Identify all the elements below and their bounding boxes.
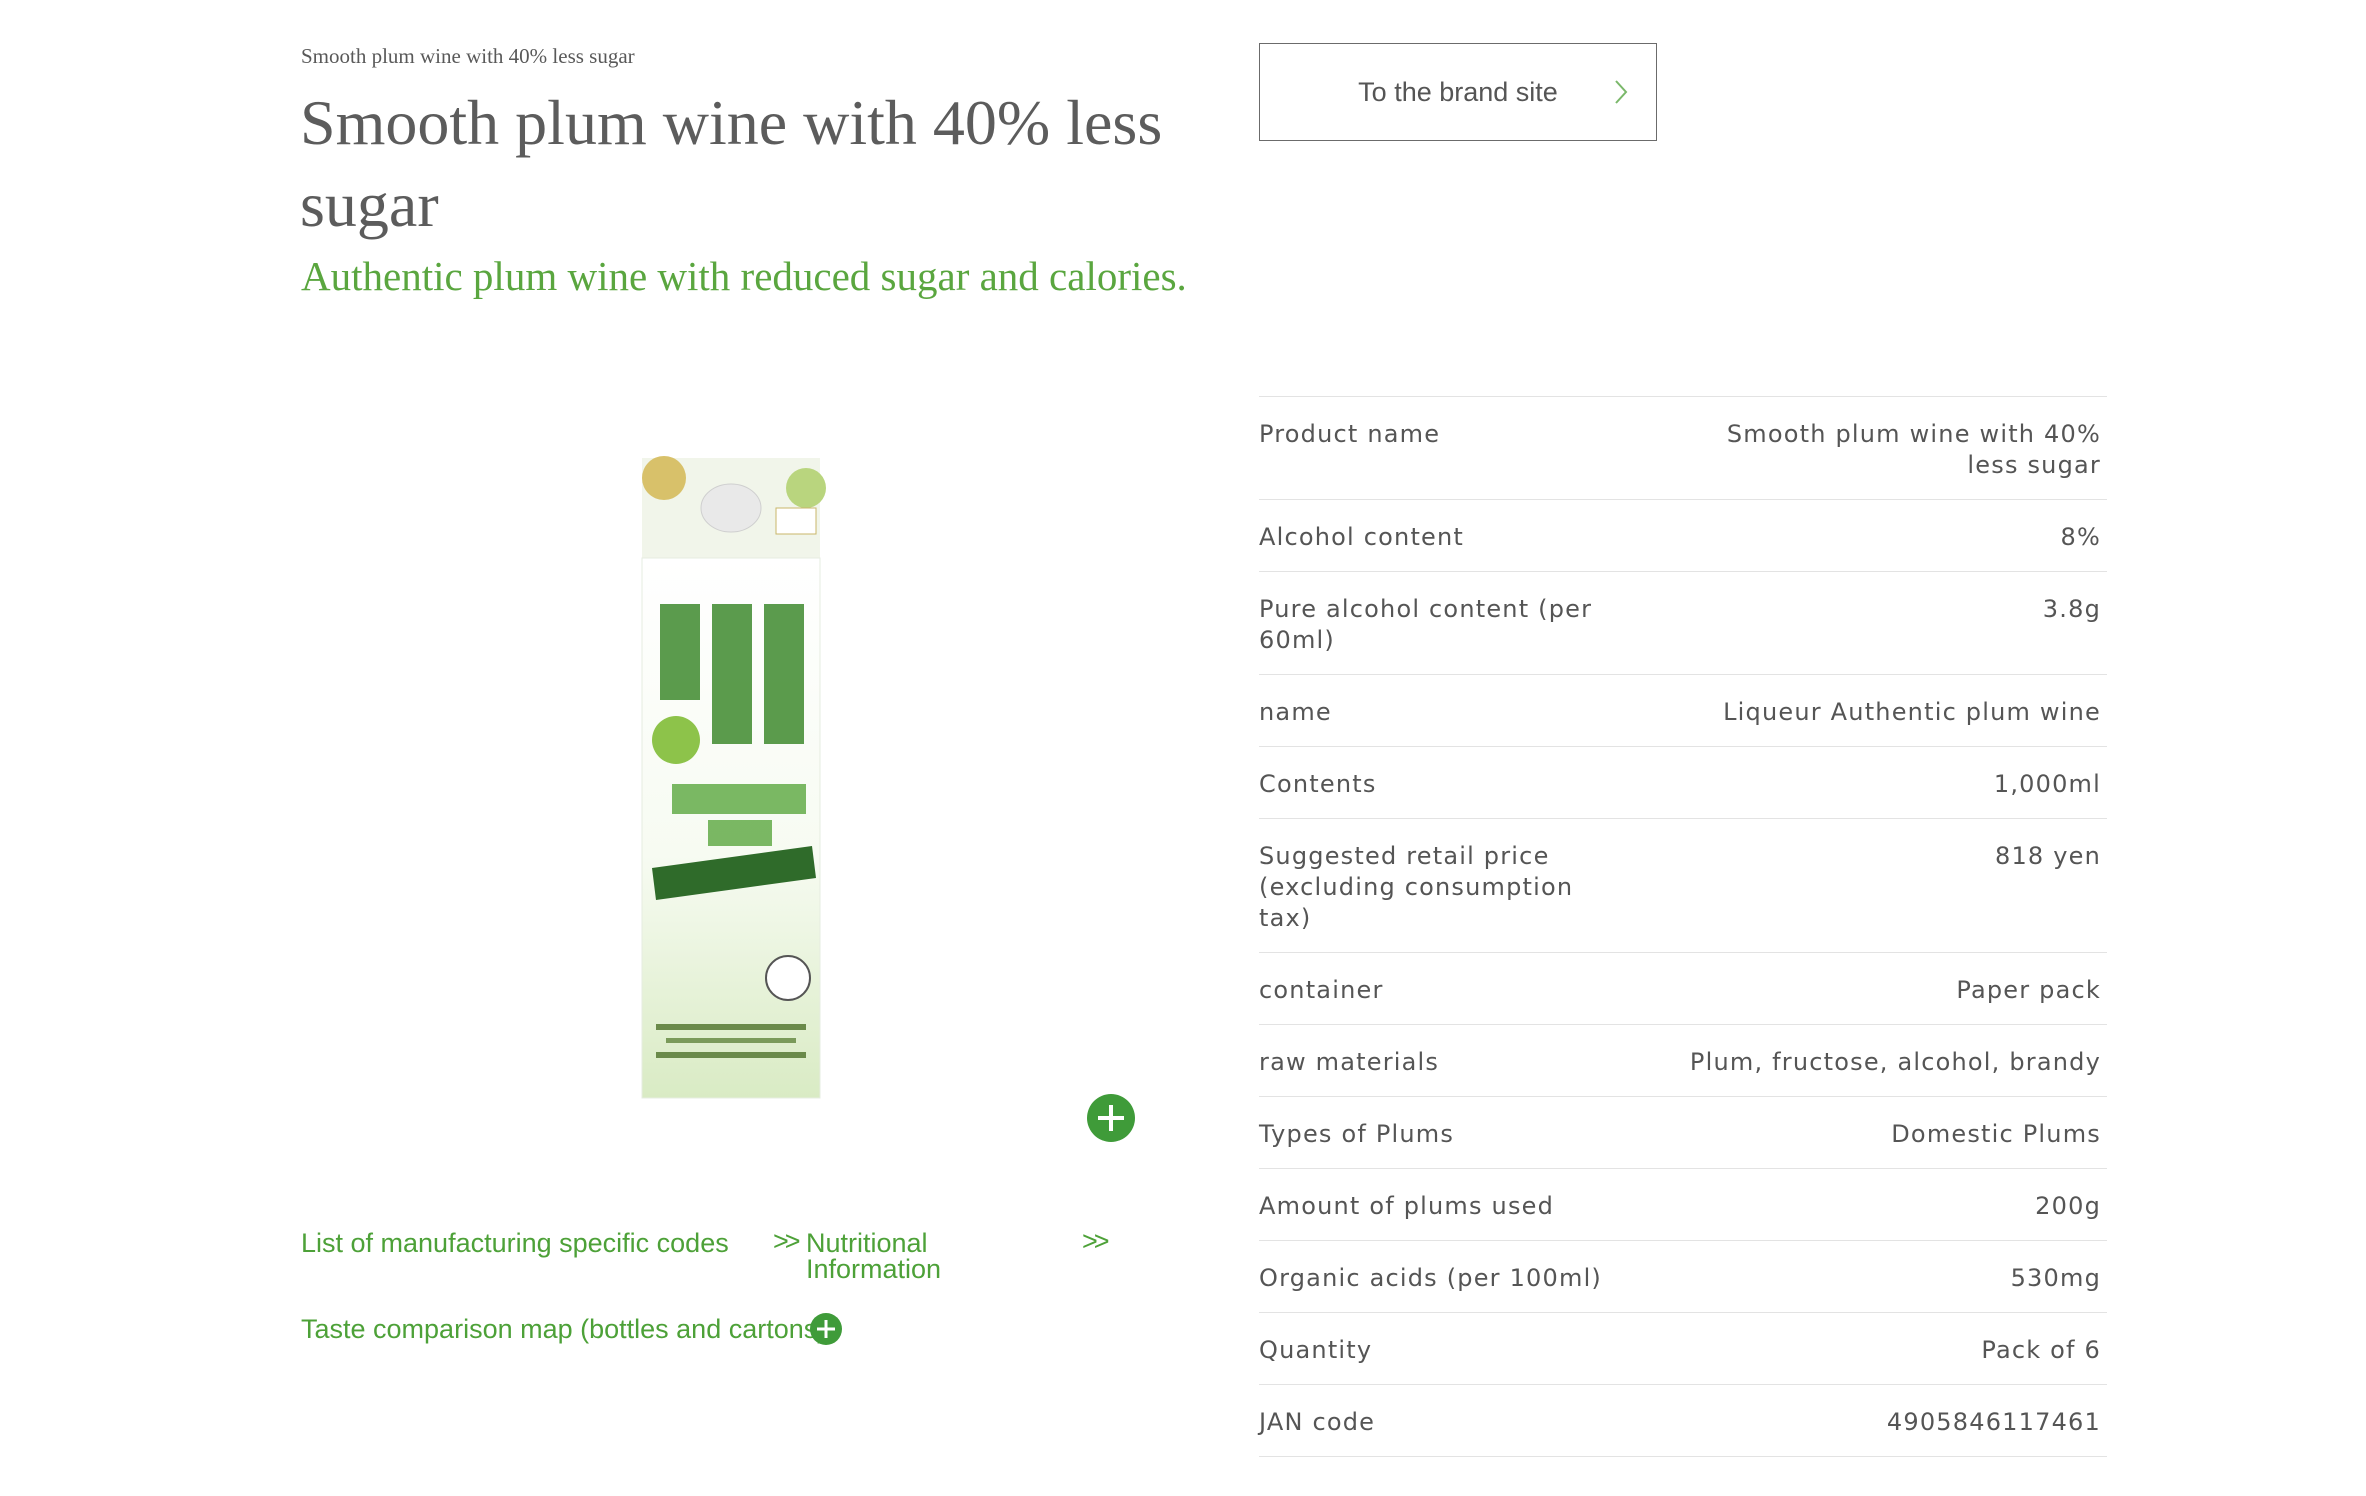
spec-label: Types of Plums <box>1259 1120 1455 1148</box>
spec-value: 8% <box>2060 523 2101 551</box>
spec-value: Smooth plum wine with 40% less sugar <box>1726 420 2101 479</box>
double-chevron-right-icon[interactable]: >> <box>773 1228 800 1255</box>
spec-value: Liqueur Authentic plum wine <box>1723 698 2101 726</box>
spec-label: Product name <box>1259 420 1441 448</box>
table-row: raw materials Plum, fructose, alcohol, b… <box>1259 1025 2107 1097</box>
table-row: name Liqueur Authentic plum wine <box>1259 675 2107 747</box>
spec-label: Pure alcohol content (per 60ml) <box>1259 595 1593 654</box>
spec-label: Contents <box>1259 770 1377 798</box>
table-row: container Paper pack <box>1259 953 2107 1025</box>
product-tagline: Authentic plum wine with reduced sugar a… <box>301 253 1187 299</box>
spec-label: JAN code <box>1259 1408 1376 1436</box>
breadcrumb: Smooth plum wine with 40% less sugar <box>301 44 635 68</box>
spec-table: Product name Smooth plum wine with 40% l… <box>1259 396 2107 1457</box>
spec-label: Organic acids (per 100ml) <box>1259 1264 1602 1292</box>
spec-label: name <box>1259 698 1332 726</box>
spec-label: container <box>1259 976 1384 1004</box>
chevron-right-icon <box>1615 80 1628 104</box>
spec-value: 530mg <box>2010 1264 2101 1292</box>
spec-label: raw materials <box>1259 1048 1440 1076</box>
table-row: Quantity Pack of 6 <box>1259 1313 2107 1385</box>
double-chevron-right-icon[interactable]: >> <box>1082 1228 1109 1255</box>
spec-value: Pack of 6 <box>1981 1336 2101 1364</box>
table-row: Product name Smooth plum wine with 40% l… <box>1259 397 2107 500</box>
table-row: Suggested retail price (excluding consum… <box>1259 819 2107 953</box>
spec-value: 818 yen <box>1994 842 2101 870</box>
spec-value: 1,000ml <box>1993 770 2101 798</box>
table-row: Contents 1,000ml <box>1259 747 2107 819</box>
nutritional-information-link[interactable]: Nutritional Information <box>806 1230 976 1283</box>
table-row: Amount of plums used 200g <box>1259 1169 2107 1241</box>
spec-value: Paper pack <box>1956 976 2101 1004</box>
brand-site-button[interactable]: To the brand site <box>1259 43 1657 141</box>
zoom-plus-button[interactable] <box>1087 1094 1135 1142</box>
table-row: Alcohol content 8% <box>1259 500 2107 572</box>
plus-icon[interactable] <box>810 1313 842 1345</box>
spec-value: 4905846117461 <box>1886 1408 2101 1436</box>
spec-label: Alcohol content <box>1259 523 1465 551</box>
spec-value: 200g <box>2035 1192 2101 1220</box>
table-row: JAN code 4905846117461 <box>1259 1385 2107 1457</box>
spec-label: Quantity <box>1259 1336 1373 1364</box>
table-row: Types of Plums Domestic Plums <box>1259 1097 2107 1169</box>
taste-comparison-map-link[interactable]: Taste comparison map (bottles and carton… <box>301 1316 826 1343</box>
product-image <box>641 456 826 1099</box>
spec-value: Domestic Plums <box>1891 1120 2101 1148</box>
brand-site-button-label: To the brand site <box>1358 76 1558 107</box>
spec-label: Amount of plums used <box>1259 1192 1555 1220</box>
spec-value: 3.8g <box>2042 595 2101 623</box>
spec-label: Suggested retail price (excluding consum… <box>1259 842 1574 932</box>
table-row: Organic acids (per 100ml) 530mg <box>1259 1241 2107 1313</box>
spec-value: Plum, fructose, alcohol, brandy <box>1689 1048 2101 1076</box>
manufacturing-codes-link[interactable]: List of manufacturing specific codes <box>301 1230 729 1257</box>
page-title: Smooth plum wine with 40% less sugar <box>300 87 1163 240</box>
table-row: Pure alcohol content (per 60ml) 3.8g <box>1259 572 2107 675</box>
